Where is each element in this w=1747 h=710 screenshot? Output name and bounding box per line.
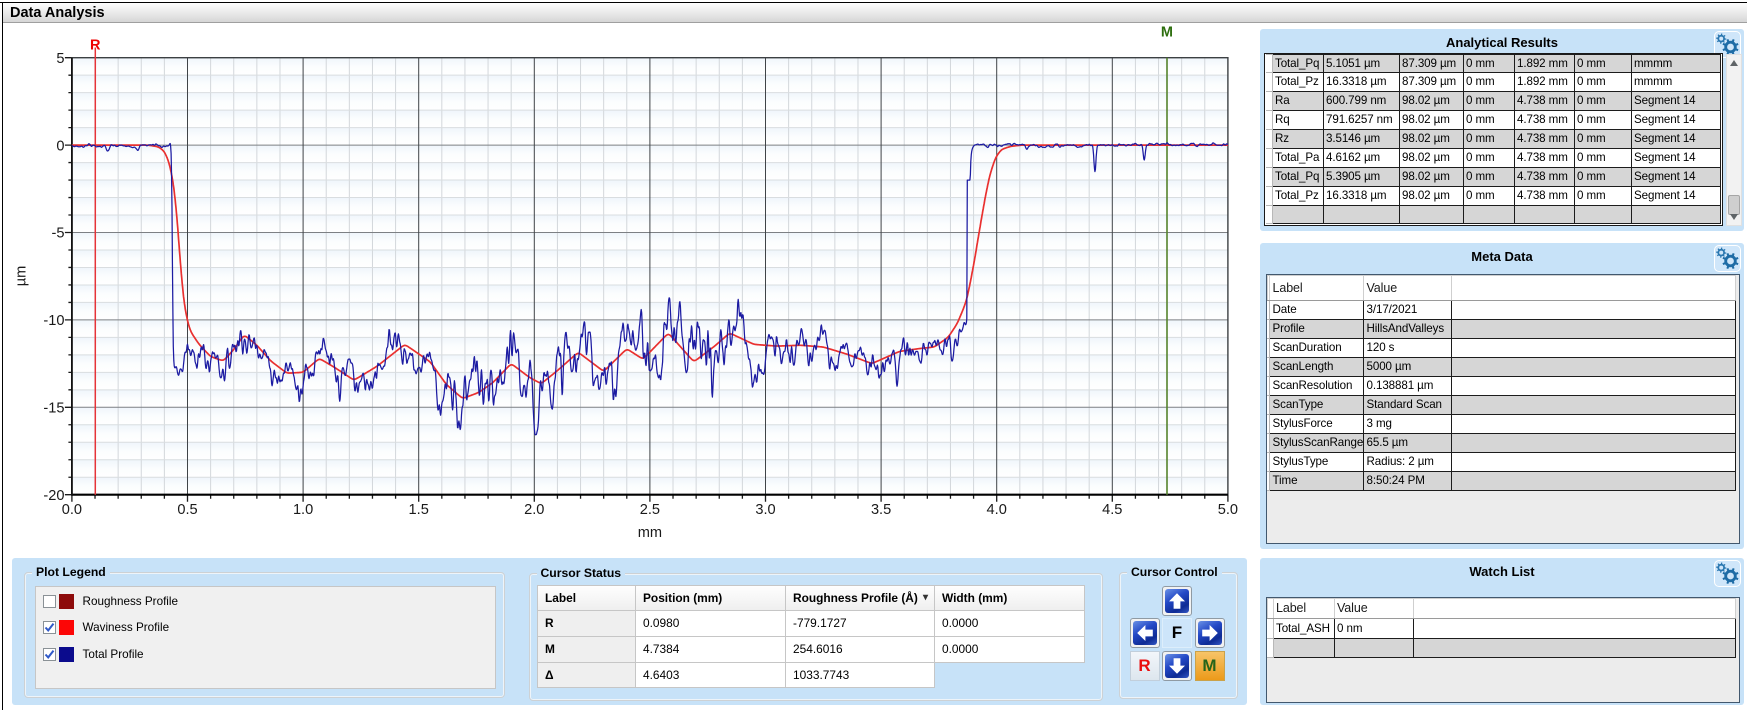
svg-text:mm: mm [638,525,662,541]
svg-text:µm: µm [14,266,30,287]
svg-text:0.5: 0.5 [177,502,197,518]
svg-text:4.0: 4.0 [987,502,1007,518]
svg-text:2.5: 2.5 [640,502,660,518]
svg-text:3.5: 3.5 [871,502,891,518]
svg-text:1.0: 1.0 [293,502,313,518]
svg-text:-20: -20 [43,488,64,504]
svg-text:R: R [90,38,101,54]
svg-text:5.0: 5.0 [1218,502,1238,518]
svg-text:-5: -5 [52,226,65,242]
svg-text:1.5: 1.5 [409,502,429,518]
svg-text:0.0: 0.0 [62,502,82,518]
svg-text:M: M [1161,25,1173,41]
svg-text:5: 5 [56,51,64,67]
svg-text:3.0: 3.0 [755,502,775,518]
svg-text:4.5: 4.5 [1102,502,1122,518]
svg-text:2.0: 2.0 [524,502,544,518]
svg-text:0: 0 [56,138,64,154]
svg-text:-15: -15 [43,401,64,417]
svg-text:-10: -10 [43,313,64,329]
